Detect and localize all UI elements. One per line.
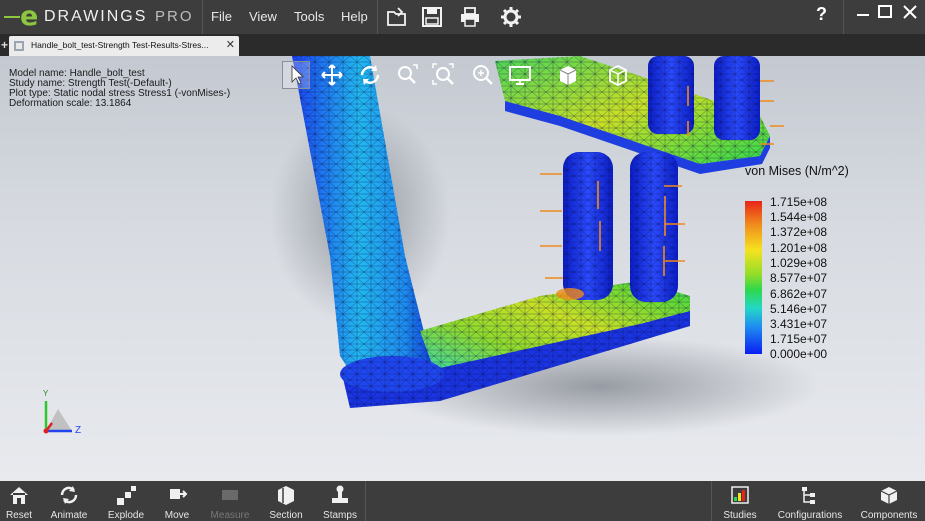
shaded-icon[interactable] (554, 61, 582, 89)
bottom-toolbar: Reset Animate Explode Move Measure Secti… (0, 481, 925, 521)
triad-y-label: Y (43, 389, 49, 398)
toolbar-separator (365, 481, 366, 521)
menu-separator (377, 0, 378, 34)
explode-button[interactable]: Explode (105, 481, 147, 521)
document-tab[interactable]: Handle_bolt_test-Strength Test-Results-S… (9, 36, 239, 56)
menu-bar: e DRAWINGS PRO File View Tools Help ? (0, 0, 925, 34)
document-tab-label: Handle_bolt_test-Strength Test-Results-S… (31, 40, 209, 50)
animate-button[interactable]: Animate (45, 481, 93, 521)
open-icon[interactable] (385, 5, 409, 29)
menu-tools[interactable]: Tools (294, 9, 324, 24)
configurations-label: Configurations (777, 510, 843, 521)
legend-title: von Mises (N/m^2) (745, 164, 849, 178)
select-cursor-icon (291, 65, 304, 85)
home-icon (10, 487, 28, 504)
menu-separator (843, 0, 844, 34)
legend-value: 1.372e+08 (770, 225, 828, 239)
study-results-icon (14, 41, 24, 51)
legend-value: 3.431e+07 (770, 317, 828, 331)
deformation-scale-text: Deformation scale: 13.1864 (9, 98, 132, 109)
menu-separator (202, 0, 203, 34)
stamps-icon (332, 485, 348, 503)
menu-view[interactable]: View (249, 9, 277, 24)
logo-name: DRAWINGS (44, 8, 148, 25)
studies-label: Studies (723, 510, 757, 521)
zoom-in-out-icon[interactable] (468, 61, 496, 89)
settings-gear-icon[interactable] (499, 5, 523, 29)
graphics-viewport[interactable]: Model name: Handle_bolt_test Study name:… (0, 56, 925, 481)
measure-button: Measure (208, 481, 252, 521)
legend-value: 6.862e+07 (770, 287, 828, 301)
legend-value: 0.000e+00 (770, 347, 828, 361)
explode-label: Explode (107, 510, 145, 521)
save-icon[interactable] (420, 5, 444, 29)
logo-e-mark: e (20, 1, 39, 32)
move-label: Move (164, 510, 190, 521)
view-orientation-icon[interactable] (604, 61, 632, 89)
section-icon (278, 486, 294, 505)
rotate-icon[interactable] (356, 61, 384, 89)
measure-icon (222, 490, 238, 500)
print-icon[interactable] (458, 5, 482, 29)
legend-value: 1.544e+08 (770, 210, 828, 224)
toolbar-separator (711, 481, 712, 521)
triad-z-label: Z (75, 425, 82, 436)
reset-label: Reset (5, 510, 33, 521)
logo-line (4, 16, 20, 18)
section-button[interactable]: Section (266, 481, 306, 521)
stamps-label: Stamps (323, 510, 357, 521)
pan-icon[interactable] (318, 61, 346, 89)
animate-icon (60, 486, 78, 504)
menu-file[interactable]: File (211, 9, 232, 24)
legend-value: 1.029e+08 (770, 256, 828, 270)
plot-info: Model name: Handle_bolt_test Study name:… (9, 69, 230, 109)
move-button[interactable]: Move (160, 481, 194, 521)
zoom-to-fit-icon[interactable] (430, 61, 458, 89)
explode-icon (117, 486, 136, 505)
document-tab-bar: + Handle_bolt_test-Strength Test-Results… (0, 34, 925, 56)
legend-color-bar (745, 201, 762, 354)
configurations-icon (802, 487, 815, 504)
reset-button[interactable]: Reset (0, 481, 38, 521)
triad-icon (43, 401, 72, 434)
display-style-icon[interactable] (506, 61, 534, 89)
logo-edition: PRO (155, 8, 194, 25)
legend-value: 5.146e+07 (770, 302, 828, 316)
animate-label: Animate (50, 510, 88, 521)
minimize-icon[interactable] (852, 2, 874, 22)
components-icon (880, 487, 898, 504)
components-label: Components (860, 510, 918, 521)
move-icon (170, 489, 188, 499)
legend-value: 1.715e+08 (770, 195, 828, 209)
axis-triad: Y Z (38, 389, 98, 441)
zoom-to-area-icon[interactable] (393, 61, 421, 89)
menu-help[interactable]: Help (341, 9, 368, 24)
help-button[interactable]: ? (816, 4, 827, 25)
studies-button[interactable]: Studies (721, 481, 759, 521)
tab-close-icon[interactable]: ✕ (226, 38, 235, 51)
components-button[interactable]: Components (858, 481, 920, 521)
legend-value: 1.201e+08 (770, 241, 828, 255)
edrawings-logo: e DRAWINGS PRO (0, 0, 200, 34)
add-tab-button[interactable]: + (1, 38, 8, 52)
stamps-button[interactable]: Stamps (320, 481, 360, 521)
close-icon[interactable] (899, 2, 921, 22)
legend-value: 1.715e+07 (770, 332, 828, 346)
configurations-button[interactable]: Configurations (777, 481, 843, 521)
legend-value: 8.577e+07 (770, 271, 828, 285)
maximize-icon[interactable] (874, 2, 896, 22)
measure-label: Measure (210, 510, 250, 521)
section-label: Section (269, 510, 303, 521)
select-tool[interactable] (282, 61, 310, 89)
studies-icon (731, 486, 749, 504)
